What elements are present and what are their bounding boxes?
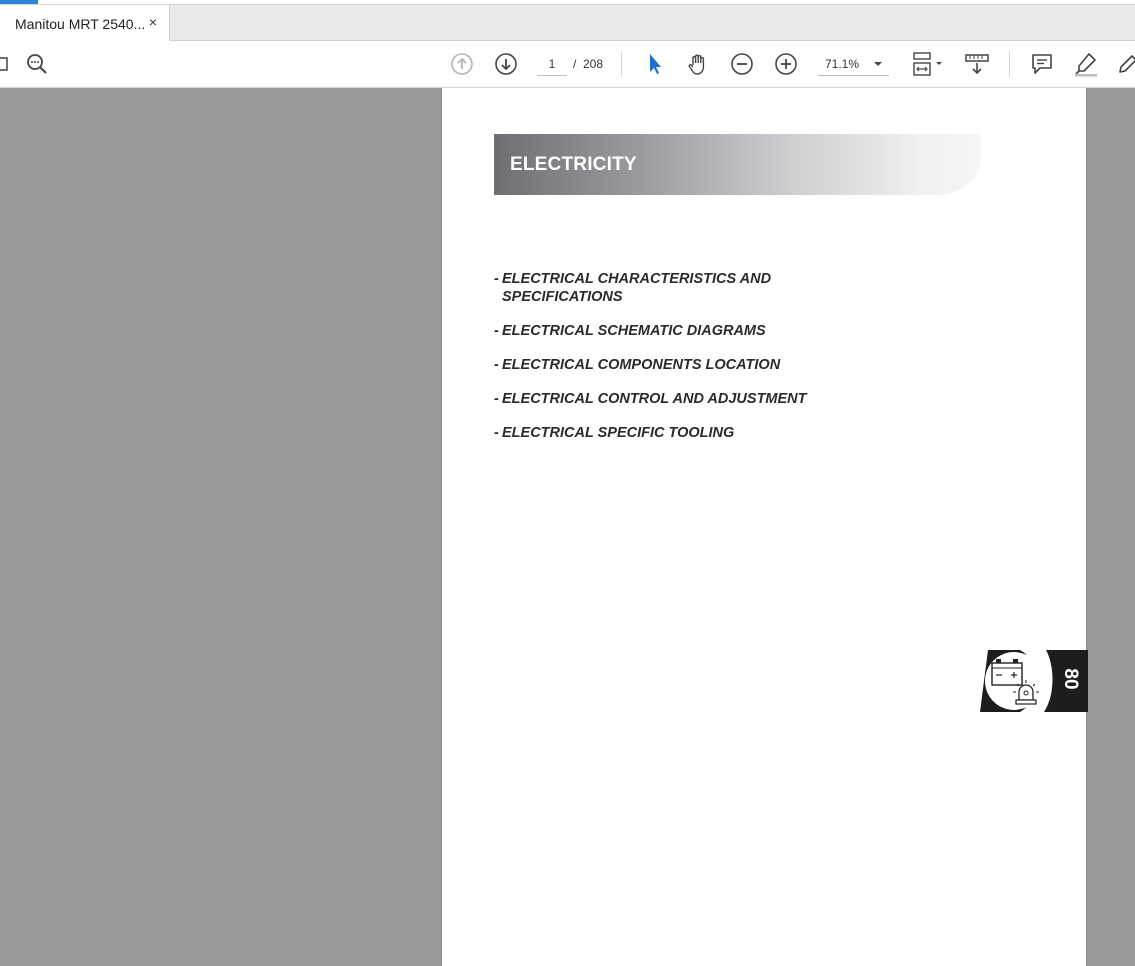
tab-title: Manitou MRT 2540... (15, 15, 146, 32)
toc-item[interactable]: - ELECTRICAL SCHEMATIC DIAGRAMS (494, 322, 894, 340)
page-number-input[interactable] (537, 52, 567, 76)
zoom-dropdown[interactable]: 71.1% (818, 52, 889, 76)
zoom-value: 71.1% (825, 56, 860, 71)
page-separator: / (573, 57, 577, 71)
section-number: 80 (1060, 668, 1081, 690)
zoom-out-icon[interactable] (727, 49, 757, 79)
toc-item[interactable]: - ELECTRICAL COMPONENTS LOCATION (494, 356, 894, 374)
toc-item[interactable]: - ELECTRICAL SPECIFIC TOOLING (494, 424, 894, 442)
document-viewer[interactable]: ELECTRICITY - ELECTRICAL CHARACTERISTICS… (0, 88, 1135, 966)
total-pages: 208 (583, 57, 604, 71)
toolbar: / 208 71.1% (0, 41, 1135, 88)
fit-page-icon[interactable] (907, 49, 947, 79)
find-zoom-icon[interactable] (22, 49, 52, 79)
tab-close-icon[interactable]: × (145, 14, 161, 30)
draw-icon[interactable] (1113, 49, 1135, 79)
select-tool-icon[interactable] (640, 49, 670, 79)
comment-icon[interactable] (1027, 49, 1057, 79)
previous-page-icon[interactable] (447, 49, 477, 79)
next-page-icon[interactable] (491, 49, 521, 79)
document-tab[interactable]: Manitou MRT 2540... × (0, 5, 170, 42)
toc-item[interactable]: - ELECTRICAL CONTROL AND ADJUSTMENT (494, 390, 894, 408)
scroll-mode-icon[interactable] (962, 49, 992, 79)
toolbar-divider (1009, 51, 1010, 77)
highlight-icon[interactable] (1071, 49, 1101, 79)
section-tab: 80 (980, 650, 1088, 712)
zoom-in-icon[interactable] (771, 49, 801, 79)
toc-item[interactable]: - ELECTRICAL CHARACTERISTICS AND SPECIFI… (494, 270, 894, 306)
tab-bar: Manitou MRT 2540... × (0, 4, 1135, 42)
pdf-page: ELECTRICITY - ELECTRICAL CHARACTERISTICS… (441, 88, 1088, 966)
section-banner: ELECTRICITY (494, 134, 981, 195)
sidebar-toggle-icon[interactable] (0, 49, 16, 79)
banner-title: ELECTRICITY (510, 154, 637, 175)
chevron-down-icon (874, 61, 882, 66)
hand-tool-icon[interactable] (683, 49, 713, 79)
toolbar-divider (621, 51, 622, 77)
table-of-contents: - ELECTRICAL CHARACTERISTICS AND SPECIFI… (494, 270, 894, 458)
battery-icon (991, 659, 1023, 686)
